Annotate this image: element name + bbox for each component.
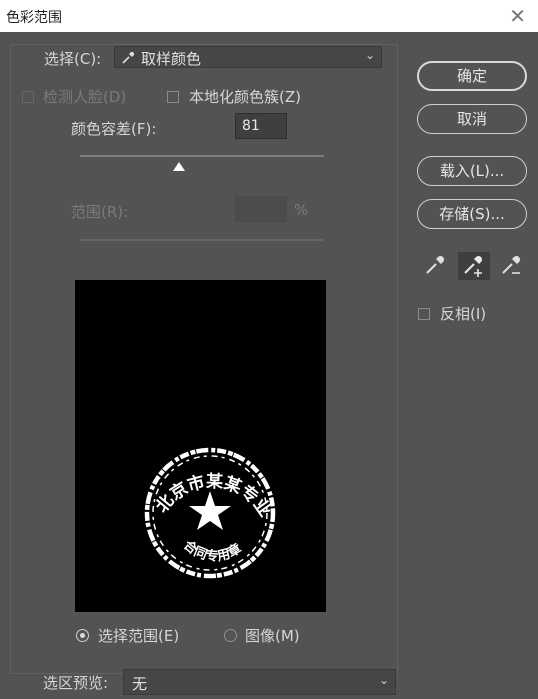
selection-preview[interactable]: 北京市某某专业合作社 合同专用章 [66, 264, 326, 612]
range-input[interactable] [235, 196, 287, 222]
select-label: 选择(C): [44, 50, 102, 68]
eyedropper-minus-icon[interactable] [496, 252, 528, 280]
fuzziness-label: 颜色容差(F): [71, 120, 157, 138]
eyedropper-icon[interactable] [420, 252, 452, 280]
cancel-button[interactable]: 取消 [417, 104, 527, 134]
dialog-body: 选择(C): 取样颜色 ⌄ 检测人脸(D) 本地化颜色簇(Z) 颜色容差(F):… [0, 32, 538, 699]
localized-clusters-checkbox[interactable] [167, 91, 179, 103]
fuzziness-input[interactable]: 81 [235, 113, 287, 139]
selection-preview-dropdown[interactable]: 无 ⌄ [123, 669, 396, 695]
image-radio-label: 图像(M) [245, 627, 300, 645]
svg-text:合同专用章: 合同专用章 [180, 537, 244, 565]
title-bar: 色彩范围 ✕ [0, 0, 538, 32]
eyedropper-icon [122, 51, 135, 64]
detect-faces-checkbox[interactable] [22, 91, 34, 103]
save-button[interactable]: 存储(S)... [417, 199, 527, 229]
chevron-down-icon: ⌄ [364, 48, 375, 62]
svg-text:北京市某某专业合作社: 北京市某某专业合作社 [75, 280, 275, 521]
selection-radio[interactable] [76, 629, 89, 642]
localized-clusters-label: 本地化颜色簇(Z) [189, 88, 301, 106]
select-value: 取样颜色 [141, 50, 202, 68]
range-slider[interactable] [80, 239, 324, 241]
range-unit: % [294, 201, 309, 219]
load-button[interactable]: 载入(L)... [417, 156, 527, 186]
fuzziness-slider-thumb[interactable] [172, 162, 185, 171]
close-icon[interactable]: ✕ [509, 4, 526, 28]
window-title: 色彩范围 [6, 10, 62, 26]
range-label: 范围(R): [71, 203, 129, 221]
selection-preview-label: 选区预览: [43, 674, 109, 692]
fuzziness-slider[interactable] [80, 155, 324, 157]
chevron-down-icon: ⌄ [378, 673, 389, 687]
selection-radio-label: 选择范围(E) [98, 627, 180, 645]
eyedropper-plus-icon[interactable] [458, 252, 490, 280]
invert-checkbox[interactable] [418, 308, 430, 320]
detect-faces-label: 检测人脸(D) [43, 88, 127, 106]
image-radio[interactable] [224, 629, 237, 642]
selection-preview-value: 无 [132, 675, 148, 693]
select-dropdown[interactable]: 取样颜色 ⌄ [114, 46, 382, 68]
stamp-seal-image: 北京市某某专业合作社 合同专用章 [66, 264, 276, 579]
invert-label: 反相(I) [440, 305, 487, 323]
ok-button[interactable]: 确定 [417, 61, 527, 91]
